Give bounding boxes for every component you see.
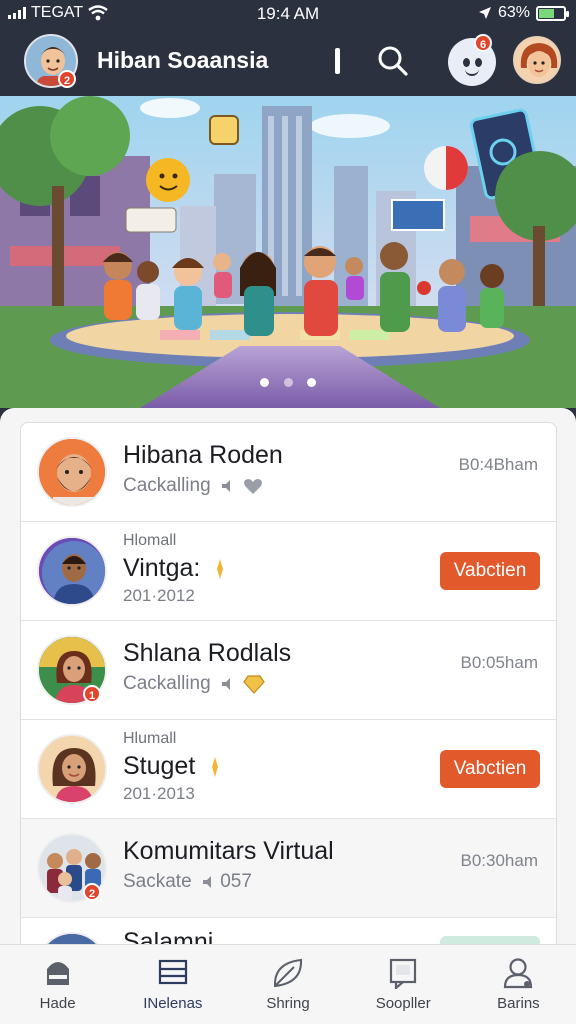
contact-name: Shlana Rodlals	[123, 639, 292, 667]
avatar-face-icon	[515, 38, 559, 82]
search-icon[interactable]	[376, 44, 410, 78]
action-button[interactable]	[440, 936, 540, 944]
nav-label: Barins	[497, 995, 540, 1012]
conversation-list: Hibana Roden Cackalling B0:4Bham Hlomall…	[20, 422, 557, 944]
hero-banner[interactable]	[0, 96, 576, 408]
status-text: Sackate	[123, 871, 192, 892]
carousel-dot[interactable]	[260, 378, 270, 387]
carousel-indicator	[0, 374, 576, 392]
carousel-dot[interactable]	[306, 378, 316, 387]
nav-stickers[interactable]: Soopller	[346, 945, 461, 1024]
divider-icon	[335, 48, 340, 74]
carousel-dot[interactable]	[283, 378, 293, 387]
home-icon	[46, 962, 69, 985]
bot-eye-icon	[463, 58, 470, 67]
conversation-panel: Hibana Roden Cackalling B0:4Bham Hlomall…	[0, 408, 576, 944]
speaker-icon	[221, 677, 230, 690]
list-item[interactable]: 2 Komumitars Virtual Sackate 057 B0:30ha…	[21, 819, 556, 918]
contact-avatar	[37, 437, 107, 507]
contact-name: Stuget	[123, 752, 224, 781]
status-right: 63%	[478, 4, 569, 22]
location-icon	[478, 7, 491, 19]
avatar-face-icon	[39, 439, 105, 505]
nav-profile[interactable]: Barins	[461, 945, 576, 1024]
list-item[interactable]: Hlomall Vintga: 201·2012 Vabctien	[21, 522, 556, 621]
contact-name: Vintga:	[123, 554, 229, 583]
nav-list[interactable]: INelenas	[115, 945, 230, 1024]
bot-eye-icon	[475, 58, 482, 67]
sparkle-icon	[217, 559, 224, 580]
battery-icon	[536, 5, 569, 21]
nav-label: Soopller	[375, 995, 431, 1012]
message-time: B0:30ham	[460, 851, 539, 870]
nav-home[interactable]: Hade	[0, 945, 115, 1024]
speaker-icon	[221, 479, 230, 492]
header-title: Hiban Soaansia	[97, 47, 269, 73]
message-time: B0:05ham	[460, 653, 539, 672]
list-item[interactable]: Hlumall Stuget 201·2013 Vabctien	[21, 720, 556, 819]
nav-sharing[interactable]: Shring	[230, 945, 345, 1024]
list-item[interactable]: 1 Shlana Rodlals Cackalling B0:05ham	[21, 621, 556, 720]
group-avatar	[37, 932, 107, 944]
action-button[interactable]: Vabctien	[440, 552, 540, 590]
avatar-face-icon	[39, 736, 105, 802]
battery-percent: 63%	[497, 4, 530, 21]
profile-icon	[504, 958, 533, 989]
contact-label: Hlomall	[123, 532, 177, 549]
heart-icon	[244, 478, 263, 494]
unread-badge: 2	[83, 883, 101, 901]
nav-label: Hade	[39, 995, 76, 1012]
contact-label: Hlumall	[123, 730, 177, 747]
contact-avatar	[37, 536, 107, 606]
contact-avatar	[37, 734, 107, 804]
nav-label: INelenas	[143, 995, 203, 1012]
sticker-icon	[390, 958, 417, 989]
contact-name-text: Stuget	[123, 752, 196, 780]
status-text: Cackalling	[123, 475, 211, 496]
bottom-navigation: Hade INelenas Shring Soopller Barins	[0, 944, 576, 1024]
banner-illustration	[0, 96, 576, 408]
contact-name: Hibana Roden	[123, 441, 283, 469]
contact-date: 201·2013	[123, 784, 195, 803]
notification-badge: 6	[474, 34, 492, 52]
friend-avatar[interactable]	[513, 36, 561, 84]
avatar-face-icon	[39, 538, 105, 604]
list-item[interactable]: Salamni	[21, 918, 556, 944]
contact-status: Cackalling	[123, 673, 265, 695]
contact-name: Komumitars Virtual	[123, 837, 334, 865]
status-count: 057	[220, 871, 252, 892]
contact-status: Cackalling	[123, 475, 263, 497]
status-bar: TEGAT 19:4 AM 63%	[0, 0, 576, 26]
contact-name-text: Vintga:	[123, 554, 201, 582]
unread-badge: 1	[83, 685, 101, 703]
nav-label: Shring	[266, 995, 310, 1012]
group-photo-icon	[39, 934, 105, 944]
sparkle-icon	[212, 757, 219, 778]
status-text: Cackalling	[123, 673, 211, 694]
contact-status: Sackate 057	[123, 871, 252, 893]
avatar-badge: 2	[58, 70, 76, 88]
message-time: B0:4Bham	[458, 455, 538, 474]
battery-fill	[539, 8, 554, 18]
contact-date: 201·2012	[123, 586, 195, 605]
leaf-icon	[273, 958, 303, 988]
bot-mouth-icon	[465, 69, 479, 76]
list-icon	[158, 959, 187, 985]
action-button[interactable]: Vabctien	[440, 750, 540, 788]
list-item[interactable]: Hibana Roden Cackalling B0:4Bham	[21, 423, 556, 522]
contact-name: Salamni	[123, 928, 214, 944]
gem-icon	[243, 675, 265, 694]
speaker-icon	[202, 875, 211, 888]
app-header: 2 Hiban Soaansia 6	[0, 26, 576, 96]
